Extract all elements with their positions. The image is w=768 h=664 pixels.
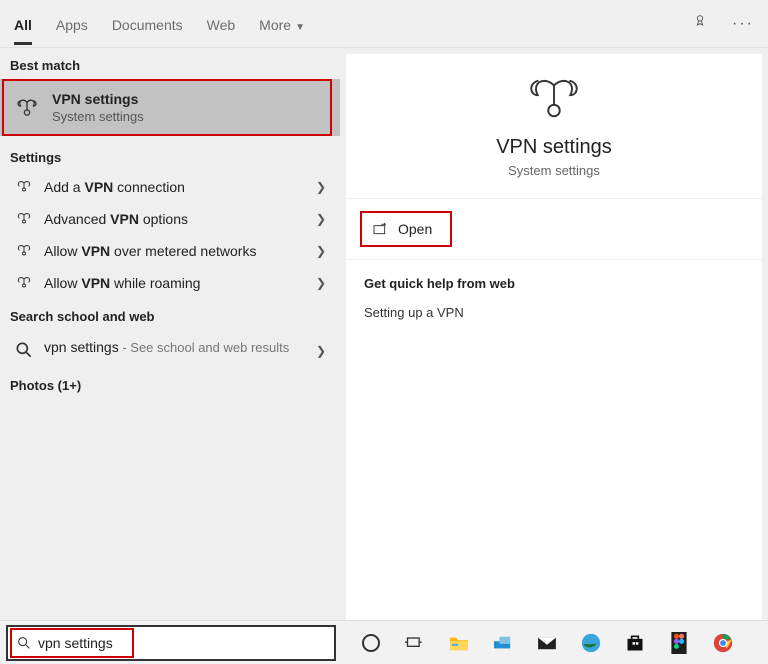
vpn-icon — [14, 244, 34, 259]
edge-icon[interactable] — [572, 625, 610, 661]
search-box[interactable]: vpn settings — [6, 625, 336, 661]
photos-header: Photos (1+) — [0, 368, 340, 399]
vpn-icon — [525, 78, 583, 122]
chevron-right-icon: ❯ — [316, 344, 326, 358]
setting-advanced-vpn[interactable]: Advanced VPN options ❯ — [0, 203, 340, 235]
open-icon — [372, 222, 388, 236]
vpn-icon — [14, 95, 40, 121]
vpn-icon — [14, 212, 34, 227]
best-match-header: Best match — [0, 48, 340, 79]
setting-vpn-roaming[interactable]: Allow VPN while roaming ❯ — [0, 267, 340, 299]
tab-web[interactable]: Web — [207, 3, 236, 45]
quick-help-header: Get quick help from web — [364, 276, 744, 291]
tab-documents[interactable]: Documents — [112, 3, 183, 45]
setting-add-vpn[interactable]: Add a VPN connection ❯ — [0, 171, 340, 203]
search-web-header: Search school and web — [0, 299, 340, 330]
chevron-right-icon: ❯ — [316, 276, 326, 290]
setting-vpn-metered[interactable]: Allow VPN over metered networks ❯ — [0, 235, 340, 267]
cortana-icon[interactable] — [352, 625, 390, 661]
taskbar: vpn settings — [0, 620, 768, 664]
tab-all[interactable]: All — [14, 3, 32, 45]
search-input[interactable]: vpn settings — [38, 635, 113, 651]
quick-help: Get quick help from web Setting up a VPN — [346, 260, 762, 620]
task-view-icon[interactable] — [396, 625, 434, 661]
chevron-right-icon: ❯ — [316, 212, 326, 226]
file-explorer-icon[interactable] — [440, 625, 478, 661]
preview-card: VPN settings System settings — [346, 54, 762, 198]
chevron-right-icon: ❯ — [316, 180, 326, 194]
search-icon — [14, 340, 34, 360]
preview-title: VPN settings — [346, 136, 762, 159]
search-tabs: All Apps Documents Web More▼ ··· — [0, 0, 768, 48]
chevron-down-icon: ▼ — [295, 22, 305, 33]
chevron-right-icon: ❯ — [316, 244, 326, 258]
best-match-result[interactable]: VPN settings System settings — [2, 79, 332, 136]
figma-icon[interactable] — [660, 625, 698, 661]
search-icon — [16, 635, 32, 651]
preview-actions: Open — [346, 199, 762, 259]
store-icon[interactable] — [616, 625, 654, 661]
best-match-subtitle: System settings — [52, 109, 144, 124]
tab-more[interactable]: More▼ — [259, 3, 305, 45]
mail-icon[interactable] — [528, 625, 566, 661]
tab-apps[interactable]: Apps — [56, 3, 88, 45]
vpn-icon — [14, 276, 34, 291]
reward-icon[interactable] — [694, 13, 710, 34]
chrome-icon[interactable] — [704, 625, 742, 661]
vpn-icon — [14, 180, 34, 195]
help-link-setup-vpn[interactable]: Setting up a VPN — [364, 305, 744, 320]
search-web-result[interactable]: vpn settings - See school and web result… — [0, 330, 340, 368]
open-button[interactable]: Open — [360, 211, 452, 247]
more-options-icon[interactable]: ··· — [732, 15, 754, 33]
app-icon-1[interactable] — [484, 625, 522, 661]
results-panel: Best match VPN settings System settings … — [0, 48, 340, 620]
preview-subtitle: System settings — [346, 163, 762, 178]
settings-header: Settings — [0, 140, 340, 171]
best-match-title: VPN settings — [52, 91, 144, 107]
preview-panel: VPN settings System settings Open Get qu… — [340, 48, 768, 620]
